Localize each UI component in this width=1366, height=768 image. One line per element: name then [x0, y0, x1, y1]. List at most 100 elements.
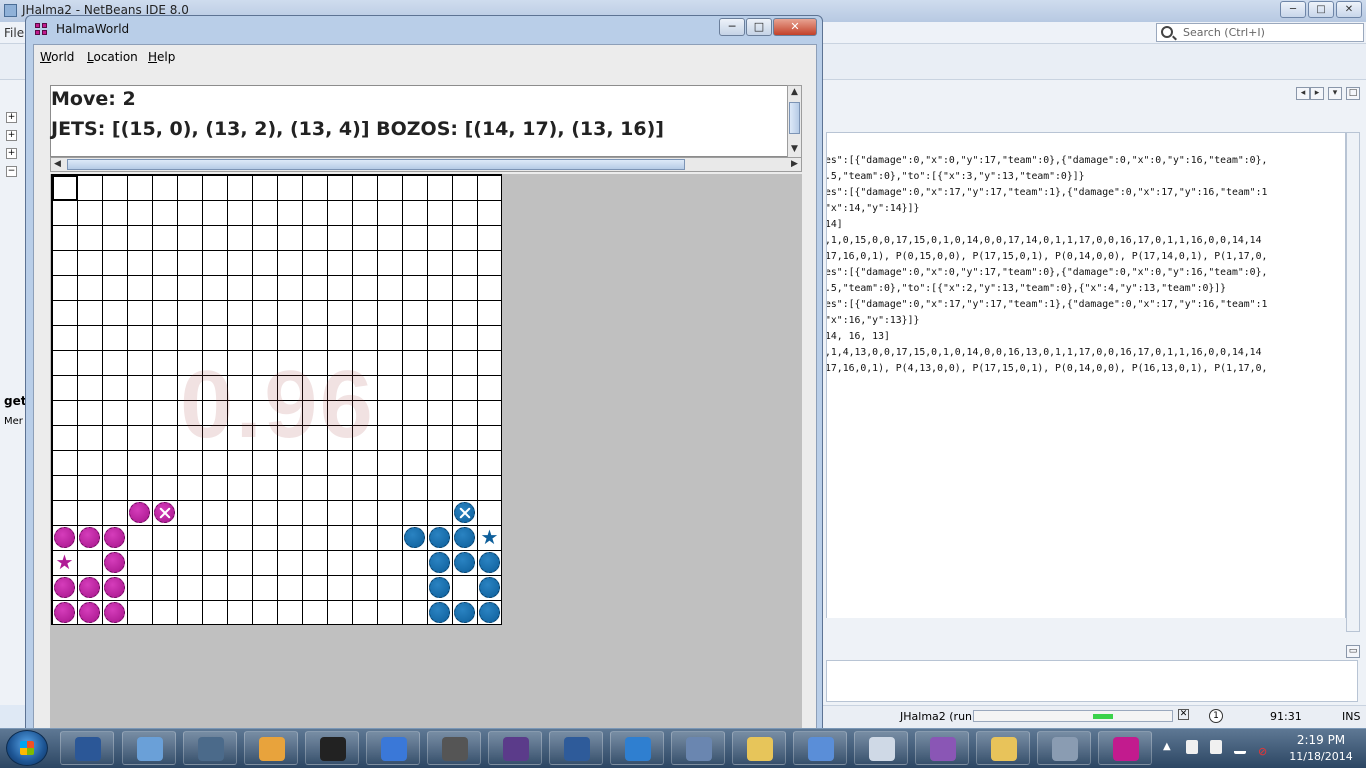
jets-piece[interactable]	[104, 552, 125, 573]
taskbar-netbeans-button[interactable]	[549, 731, 603, 765]
bozos-piece[interactable]	[429, 602, 450, 623]
taskbar-wireshark-button[interactable]	[610, 731, 664, 765]
taskbar-virtualbox-button[interactable]	[793, 731, 847, 765]
info-vertical-scrollbar[interactable]: ▲ ▼	[787, 85, 802, 158]
halma-board[interactable]: 0.96 ★ ★	[51, 174, 502, 625]
output-line: 14]	[826, 219, 843, 230]
minimize-output-button[interactable]: ▭	[1346, 645, 1360, 658]
maximize-button[interactable]: □	[1308, 1, 1334, 18]
bozos-piece-star[interactable]: ★	[479, 527, 500, 548]
scroll-left-icon[interactable]: ◀	[51, 158, 64, 171]
game-info-text-area[interactable]: Move: 2 JETS: [(15, 0), (13, 2), (13, 4)…	[50, 85, 802, 157]
taskbar-chrome-button[interactable]	[244, 731, 298, 765]
network-admin-icon	[686, 737, 712, 761]
jets-piece[interactable]	[104, 602, 125, 623]
cursor-position: 91:31	[1270, 710, 1302, 723]
tree-expand-icon[interactable]: +	[6, 148, 17, 159]
scroll-up-icon[interactable]: ▲	[788, 86, 801, 99]
taskbar-halma-app-button[interactable]	[1098, 731, 1152, 765]
device-icon[interactable]	[1210, 740, 1222, 754]
network-icon[interactable]	[1234, 740, 1246, 754]
menu-world[interactable]: World	[40, 45, 74, 69]
clock-date[interactable]: 11/18/2014	[1286, 749, 1356, 764]
taskbar-cube-app-button[interactable]	[854, 731, 908, 765]
jets-piece[interactable]	[79, 577, 100, 598]
navigator-tab[interactable]: get	[4, 394, 26, 408]
bozos-piece[interactable]	[404, 527, 425, 548]
flag-icon[interactable]	[1186, 740, 1198, 754]
bozos-piece[interactable]	[429, 527, 450, 548]
horizontal-scroll-thumb[interactable]	[67, 159, 685, 170]
clock-time[interactable]: 2:19 PM	[1294, 733, 1348, 748]
vertical-scroll-thumb[interactable]	[789, 102, 800, 134]
menu-help[interactable]: Help	[148, 45, 175, 69]
jets-piece[interactable]	[104, 527, 125, 548]
taskbar-network-lock-button[interactable]	[183, 731, 237, 765]
insert-mode: INS	[1342, 710, 1361, 723]
selected-cell	[52, 175, 78, 201]
info-horizontal-scrollbar[interactable]: ◀ ▶	[50, 157, 802, 172]
window-close-button[interactable]: ✕	[773, 18, 817, 36]
jets-piece[interactable]	[79, 527, 100, 548]
taskbar-sublime-button[interactable]	[427, 731, 481, 765]
bottom-output-panel[interactable]	[826, 660, 1358, 702]
taskbar-explorer-button[interactable]	[976, 731, 1030, 765]
minimize-button[interactable]: ─	[1280, 1, 1306, 18]
menu-file[interactable]: File	[4, 22, 24, 44]
bozos-piece[interactable]	[479, 552, 500, 573]
bozos-piece[interactable]	[479, 602, 500, 623]
window-title: HalmaWorld	[56, 22, 130, 36]
taskbar-word-button[interactable]	[60, 731, 114, 765]
window-maximize-button[interactable]: □	[746, 18, 772, 36]
show-hidden-icons-icon[interactable]: ▲	[1163, 741, 1171, 752]
notifications-icon[interactable]: 1	[1209, 709, 1223, 723]
jets-piece[interactable]	[79, 602, 100, 623]
tree-expand-icon[interactable]: +	[6, 130, 17, 141]
bozos-piece[interactable]	[454, 602, 475, 623]
maximize-editor-button[interactable]: □	[1346, 87, 1360, 100]
start-button[interactable]	[6, 730, 48, 766]
taskbar-paint-button[interactable]	[1037, 731, 1091, 765]
jets-piece[interactable]	[129, 502, 150, 523]
volume-muted-icon[interactable]: ⊘	[1258, 740, 1270, 758]
tree-collapse-icon[interactable]: −	[6, 166, 17, 177]
taskbar-java-app-button[interactable]	[732, 731, 786, 765]
tab-scroll-right-button[interactable]: ▸	[1310, 87, 1324, 100]
taskbar-eclipse-button[interactable]	[488, 731, 542, 765]
tab-scroll-left-button[interactable]: ◂	[1296, 87, 1310, 100]
tab-list-button[interactable]: ▾	[1328, 87, 1342, 100]
ide-search-input[interactable]: Search (Ctrl+I)	[1156, 23, 1364, 42]
cross-mark-icon	[159, 507, 171, 519]
jets-piece[interactable]	[104, 577, 125, 598]
jets-piece-star[interactable]: ★	[54, 552, 75, 573]
bozos-piece[interactable]	[454, 552, 475, 573]
word-icon	[75, 737, 101, 761]
bozos-piece[interactable]	[479, 577, 500, 598]
menu-location[interactable]: Location	[87, 45, 138, 69]
chrome-icon	[259, 737, 285, 761]
tree-expand-icon[interactable]: +	[6, 112, 17, 123]
scroll-right-icon[interactable]: ▶	[788, 158, 801, 171]
jets-piece-cross[interactable]	[154, 502, 175, 523]
window-minimize-button[interactable]: ─	[719, 18, 745, 36]
halmaworld-title-bar[interactable]: HalmaWorld ─ □ ✕	[26, 16, 822, 42]
scroll-down-icon[interactable]: ▼	[788, 143, 801, 156]
taskbar-cat-app-button[interactable]	[915, 731, 969, 765]
cancel-task-icon[interactable]: ✕	[1178, 709, 1189, 720]
jets-piece[interactable]	[54, 577, 75, 598]
jets-piece[interactable]	[54, 527, 75, 548]
bozos-piece[interactable]	[429, 552, 450, 573]
jets-piece[interactable]	[54, 602, 75, 623]
output-horizontal-scrollbar[interactable]	[826, 618, 1346, 632]
bozos-piece-cross[interactable]	[454, 502, 475, 523]
taskbar-cmd-button[interactable]	[305, 731, 359, 765]
output-line: "x":16,"y":13}]}	[826, 315, 920, 326]
taskbar-remote-desktop-button[interactable]	[122, 731, 176, 765]
taskbar-network-admin-button[interactable]	[671, 731, 725, 765]
bozos-piece[interactable]	[454, 527, 475, 548]
output-text-panel[interactable]: es":[{"damage":0,"x":0,"y":17,"team":0},…	[826, 132, 1346, 632]
bozos-piece[interactable]	[429, 577, 450, 598]
taskbar-butterfly-button[interactable]	[366, 731, 420, 765]
close-button[interactable]: ✕	[1336, 1, 1362, 18]
output-vertical-scrollbar[interactable]	[1346, 132, 1360, 632]
